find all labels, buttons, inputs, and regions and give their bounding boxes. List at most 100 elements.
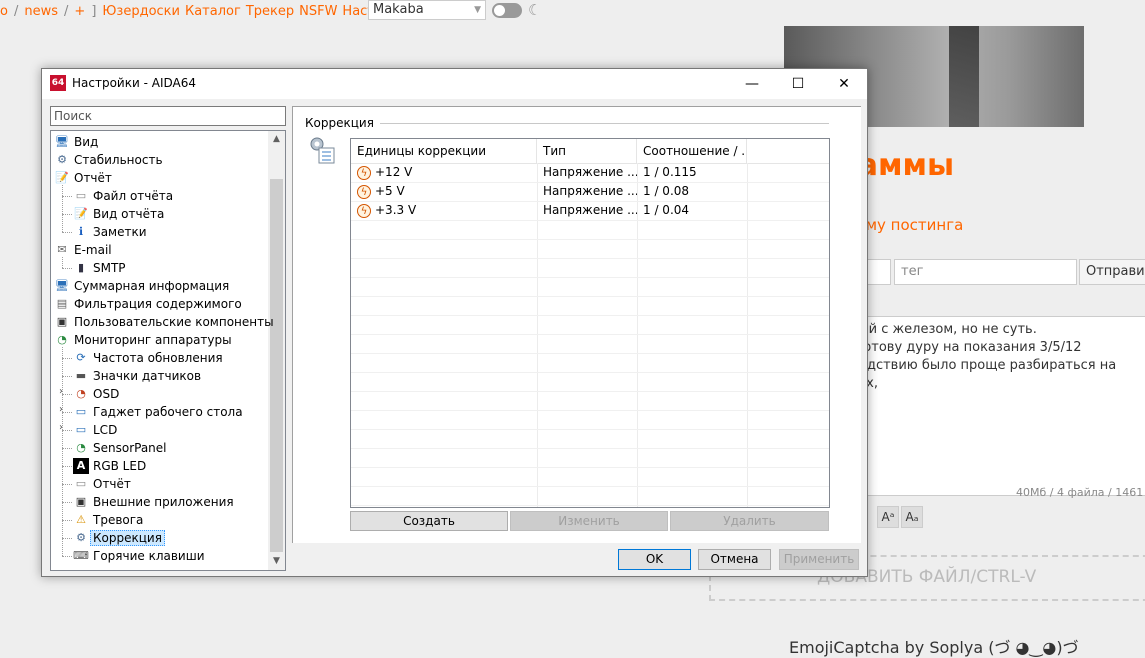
table-row <box>351 353 829 373</box>
tree-connector <box>62 412 72 413</box>
tree-item[interactable]: ▮ SMTP <box>73 259 126 277</box>
close-button[interactable]: ✕ <box>821 69 867 99</box>
tag-input[interactable]: тег <box>894 259 1077 285</box>
chip-icon: ▣ <box>56 315 68 328</box>
nav-link-catalog[interactable]: Каталог <box>185 4 241 19</box>
cell-unit-text: +12 V <box>375 165 413 179</box>
tree-item[interactable]: ▭ LCD <box>73 421 118 439</box>
tree-item[interactable]: ▭ Гаджет рабочего стола <box>73 403 243 421</box>
cancel-button[interactable]: Отмена <box>698 549 771 570</box>
search-input[interactable]: Поиск <box>50 106 286 126</box>
tree-connector <box>62 196 72 197</box>
table-row[interactable]: ϟ +5 V Напряжение ... 1 / 0.08 <box>351 182 829 202</box>
nav-link-news[interactable]: news <box>24 4 58 19</box>
table-row <box>351 220 829 240</box>
table-row <box>351 258 829 278</box>
tree-item[interactable]: ◔ SensorPanel <box>73 439 166 457</box>
tree-item[interactable]: ⚠ Тревога <box>73 511 143 529</box>
settings-tree[interactable]: ▲ ▼ 🖥 Вид ⚙ Стабильность 📝 Отчёт ▭ Файл отчёта 📝… <box>50 130 286 571</box>
phone-icon: ▮ <box>77 261 85 274</box>
tree-item-label: Частота обновления <box>93 351 223 365</box>
apply-button[interactable]: Применить <box>779 549 859 570</box>
tree-item[interactable]: ℹ Заметки <box>73 223 147 241</box>
nav-separator: / <box>64 3 69 19</box>
tree-connector <box>62 448 72 449</box>
tree-item[interactable]: 📝 Вид отчёта <box>73 205 164 223</box>
nav-link-o[interactable]: o <box>0 4 8 19</box>
create-button[interactable]: Создать <box>350 511 508 531</box>
title-bar[interactable]: 64 Настройки - AIDA64 — ☐ ✕ <box>42 69 867 99</box>
scroll-up-icon[interactable]: ▲ <box>268 131 285 148</box>
correction-list[interactable]: Единицы коррекции Тип Соотношение / ... … <box>350 138 830 508</box>
tree-item-label: Гаджет рабочего стола <box>93 405 243 419</box>
file-info: 40Мб / 4 файла / 1461 <box>1016 486 1144 499</box>
document-icon: ▭ <box>75 477 87 490</box>
tree-item[interactable]: ▬ Значки датчиков <box>73 367 201 385</box>
tree-item[interactable]: A RGB LED <box>73 457 146 475</box>
nav-link-userboards[interactable]: Юзердоски <box>102 4 180 19</box>
cell-type: Напряжение ... <box>543 165 637 179</box>
tree-item-label: Вид отчёта <box>93 207 165 221</box>
tree-item[interactable]: ▭ Файл отчёта <box>73 187 173 205</box>
osd-icon: ◔ <box>76 387 86 400</box>
tree-item[interactable]: ▭ Отчёт <box>73 475 131 493</box>
tree-item[interactable]: ▤ Фильтрация содержимого <box>54 295 242 313</box>
tree-item[interactable]: ⚙ Стабильность <box>54 151 162 169</box>
table-row[interactable]: ϟ +3.3 V Напряжение ... 1 / 0.04 <box>351 201 829 221</box>
keyboard-icon: ⌨ <box>73 549 89 562</box>
filter-icon: ▤ <box>56 297 68 310</box>
nav-link-nsfw[interactable]: NSFW <box>299 4 337 19</box>
tree-item-label: Заметки <box>93 225 147 239</box>
tree-guide-line <box>62 185 63 232</box>
minimize-button[interactable]: — <box>729 69 775 99</box>
tree-item[interactable]: ▣ Внешние приложения <box>73 493 234 511</box>
group-divider <box>379 123 829 124</box>
tree-connector <box>62 466 72 467</box>
tree-connector <box>62 394 72 395</box>
tree-item[interactable]: ▣ Пользовательские компоненты <box>54 313 274 331</box>
lcd-icon: ▭ <box>75 423 87 436</box>
tree-item[interactable]: ⟳ Частота обновления <box>73 349 223 367</box>
table-row <box>351 334 829 354</box>
tree-item[interactable]: ◔ Мониторинг аппаратуры <box>54 331 231 349</box>
cell-unit-text: +3.3 V <box>375 203 417 217</box>
maximize-button[interactable]: ☐ <box>775 69 821 99</box>
superscript-button[interactable]: Aᵃ <box>877 506 899 528</box>
style-select[interactable]: Makaba ▼ <box>368 0 486 20</box>
tree-scrollbar[interactable]: ▲ ▼ <box>268 131 285 570</box>
sensor-icon: ▬ <box>75 369 87 382</box>
tree-item-label: RGB LED <box>93 459 147 473</box>
edit-button[interactable]: Изменить <box>510 511 668 531</box>
aida64-icon: 64 <box>50 75 66 91</box>
scroll-down-icon[interactable]: ▼ <box>268 553 285 570</box>
table-row <box>351 410 829 430</box>
tree-item[interactable]: ⌨ Горячие клавиши <box>73 547 204 565</box>
send-button[interactable]: Отправит <box>1079 259 1145 285</box>
tree-item[interactable]: 🖥 Вид <box>54 133 98 151</box>
cell-ratio: 1 / 0.115 <box>643 165 697 179</box>
tree-item[interactable]: 🖥 Суммарная информация <box>54 277 229 295</box>
tree-item-label: Вид <box>74 135 99 149</box>
column-type[interactable]: Тип <box>537 139 637 163</box>
nav-link-plus[interactable]: + <box>74 4 85 19</box>
table-row <box>351 429 829 449</box>
tree-item[interactable]: ⚙ Коррекция <box>73 529 165 547</box>
tree-connector <box>62 520 72 521</box>
table-row[interactable]: ϟ +12 V Напряжение ... 1 / 0.115 <box>351 163 829 183</box>
column-ratio[interactable]: Соотношение / ... <box>637 139 747 163</box>
nav-link-tracker[interactable]: Трекер <box>246 4 294 19</box>
column-units[interactable]: Единицы коррекции <box>351 139 537 163</box>
theme-toggle[interactable] <box>492 3 522 18</box>
tree-item[interactable]: ◔ OSD <box>73 385 119 403</box>
scroll-thumb[interactable] <box>270 179 283 552</box>
tree-guide-line <box>62 257 63 268</box>
top-navigation: o / news / + ] Юзердоски Каталог Трекер … <box>0 0 421 22</box>
tree-connector <box>62 430 72 431</box>
tree-connector <box>62 376 72 377</box>
tree-item-label: Тревога <box>93 513 144 527</box>
delete-button[interactable]: Удалить <box>670 511 829 531</box>
table-row <box>351 372 829 392</box>
subscript-button[interactable]: Aₐ <box>901 506 923 528</box>
table-row <box>351 391 829 411</box>
ok-button[interactable]: OK <box>618 549 691 570</box>
